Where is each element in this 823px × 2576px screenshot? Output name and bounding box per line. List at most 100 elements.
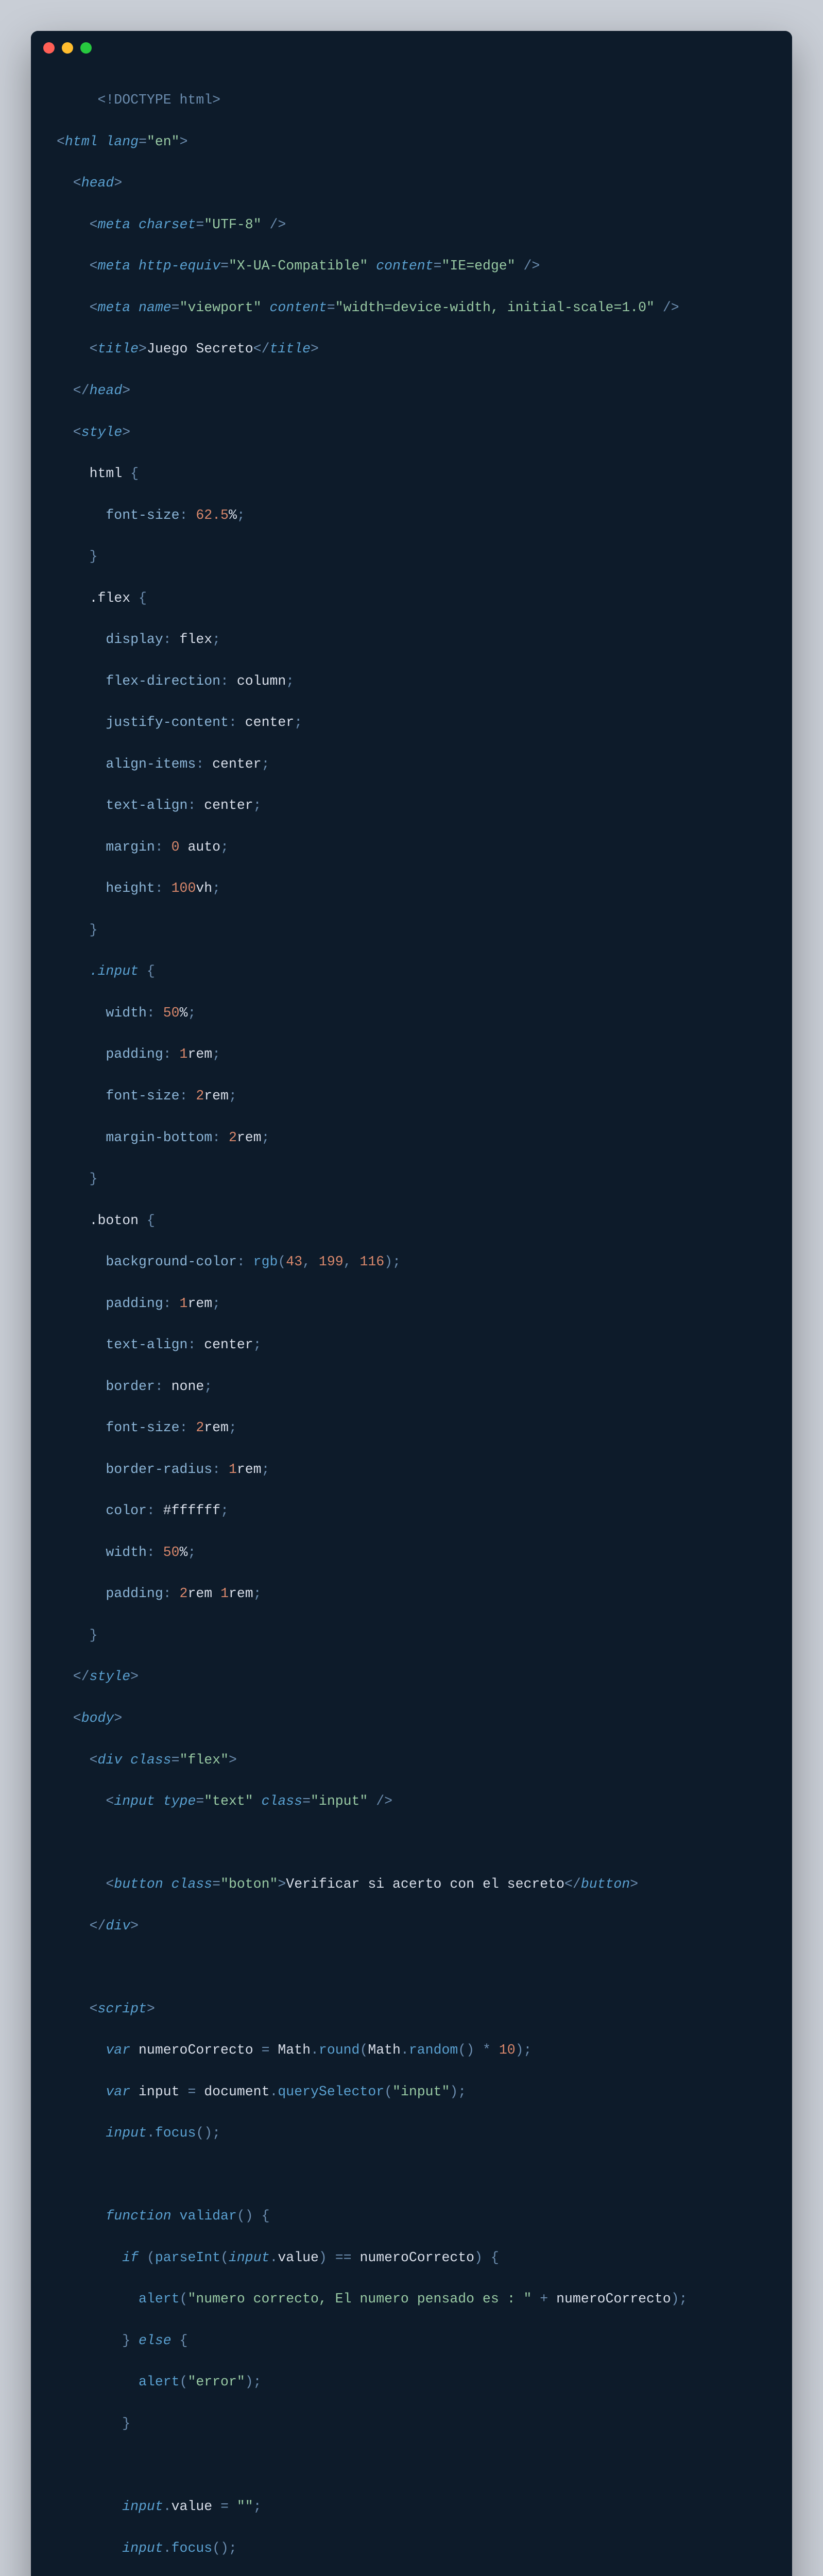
close-icon[interactable] (43, 42, 55, 54)
code-text: color (106, 1503, 147, 1518)
code-text: 1 (220, 1586, 229, 1601)
code-text: center (212, 756, 261, 772)
code-text: rem (187, 1046, 212, 1062)
code-text: input (229, 2250, 270, 2265)
code-text: parseInt (155, 2250, 220, 2265)
code-text: round (319, 2042, 360, 2058)
code-text: document (204, 2084, 269, 2099)
code-text: % (229, 507, 237, 523)
code-text: 0 (172, 839, 180, 855)
code-text: 1 (229, 1462, 237, 1477)
code-text: rem (229, 1586, 253, 1601)
code-text: padding (106, 1296, 163, 1311)
code-text: "viewport" (180, 300, 262, 315)
code-text: 100 (172, 880, 196, 896)
code-text: http-equiv (139, 258, 220, 274)
code-text: class (172, 1876, 213, 1892)
code-text: font-size (106, 507, 179, 523)
code-text: border-radius (106, 1462, 212, 1477)
code-text: rem (187, 1586, 212, 1601)
code-window: <!DOCTYPE html> <html lang="en"> <head> … (31, 31, 792, 2576)
code-text: "X-UA-Compatible" (229, 258, 368, 274)
code-text: input (139, 2084, 180, 2099)
maximize-icon[interactable] (80, 42, 92, 54)
code-text: 2 (229, 1130, 237, 1145)
code-text: value (172, 2499, 213, 2514)
code-text: input (122, 2540, 163, 2556)
code-text: center (245, 715, 294, 730)
code-text: padding (106, 1046, 163, 1062)
code-text: "error" (187, 2374, 245, 2389)
code-text: 116 (359, 1254, 384, 1269)
code-text: center (204, 798, 253, 813)
code-text: function (106, 2208, 171, 2224)
code-text: "IE=edge" (441, 258, 515, 274)
code-text: auto (187, 839, 220, 855)
code-text: #ffffff (163, 1503, 220, 1518)
code-text: width (106, 1545, 147, 1560)
code-text: "input" (392, 2084, 450, 2099)
code-text: 10 (499, 2042, 516, 2058)
code-text: value (278, 2250, 319, 2265)
titlebar (31, 31, 792, 59)
code-text: class (130, 1752, 172, 1768)
code-text: var (106, 2084, 130, 2099)
code-text: 2 (196, 1088, 204, 1104)
code-text: "UTF-8" (204, 217, 261, 232)
code-text: align-items (106, 756, 196, 772)
code-text: head (81, 175, 114, 191)
code-text: border (106, 1379, 155, 1394)
code-text: margin-bottom (106, 1130, 212, 1145)
code-text: input (114, 1793, 155, 1809)
code-text: 1 (180, 1046, 188, 1062)
code-text: "input" (311, 1793, 368, 1809)
code-text: numeroCorrecto (359, 2250, 474, 2265)
code-text: style (90, 1669, 131, 1684)
code-text: 50 (163, 1005, 180, 1021)
code-text: html (65, 134, 98, 149)
code-text: head (90, 383, 123, 398)
code-text: rem (204, 1088, 229, 1104)
code-text: 2 (180, 1586, 188, 1601)
code-text: "boton" (220, 1876, 278, 1892)
code-text: lang (106, 134, 139, 149)
minimize-icon[interactable] (62, 42, 73, 54)
code-text: validar (180, 2208, 237, 2224)
code-text: alert (139, 2291, 180, 2307)
code-text: input (122, 2499, 163, 2514)
code-text: display (106, 632, 163, 647)
code-text: button (581, 1876, 630, 1892)
code-text: none (172, 1379, 204, 1394)
code-text: html (90, 466, 123, 481)
code-text: rem (237, 1462, 262, 1477)
code-text: type (163, 1793, 196, 1809)
code-editor[interactable]: <!DOCTYPE html> <html lang="en"> <head> … (31, 59, 792, 2576)
code-text: text-align (106, 1337, 187, 1352)
code-text: padding (106, 1586, 163, 1601)
code-text: script (98, 2001, 147, 2016)
code-text: margin (106, 839, 155, 855)
code-text: flex (180, 632, 213, 647)
code-text: font-size (106, 1088, 179, 1104)
code-text: text-align (106, 798, 187, 813)
code-text: font-size (106, 1420, 179, 1435)
code-text: content (270, 300, 327, 315)
code-text: "numero correcto, El numero pensado es :… (187, 2291, 531, 2307)
code-text: 1 (180, 1296, 188, 1311)
code-text: title (98, 341, 139, 357)
code-text: background-color (106, 1254, 236, 1269)
code-text: else (139, 2333, 172, 2348)
code-text: "text" (204, 1793, 253, 1809)
code-text: 62.5 (196, 507, 229, 523)
code-text: "" (237, 2499, 253, 2514)
code-text: .input (90, 963, 139, 979)
code-text: "flex" (180, 1752, 229, 1768)
code-text: .flex (90, 590, 131, 606)
code-text: charset (139, 217, 196, 232)
code-text: body (81, 1710, 114, 1726)
code-text: center (204, 1337, 253, 1352)
code-text: .boton (90, 1213, 139, 1228)
code-text: name (139, 300, 172, 315)
code-text: 2 (196, 1420, 204, 1435)
code-text: content (376, 258, 433, 274)
